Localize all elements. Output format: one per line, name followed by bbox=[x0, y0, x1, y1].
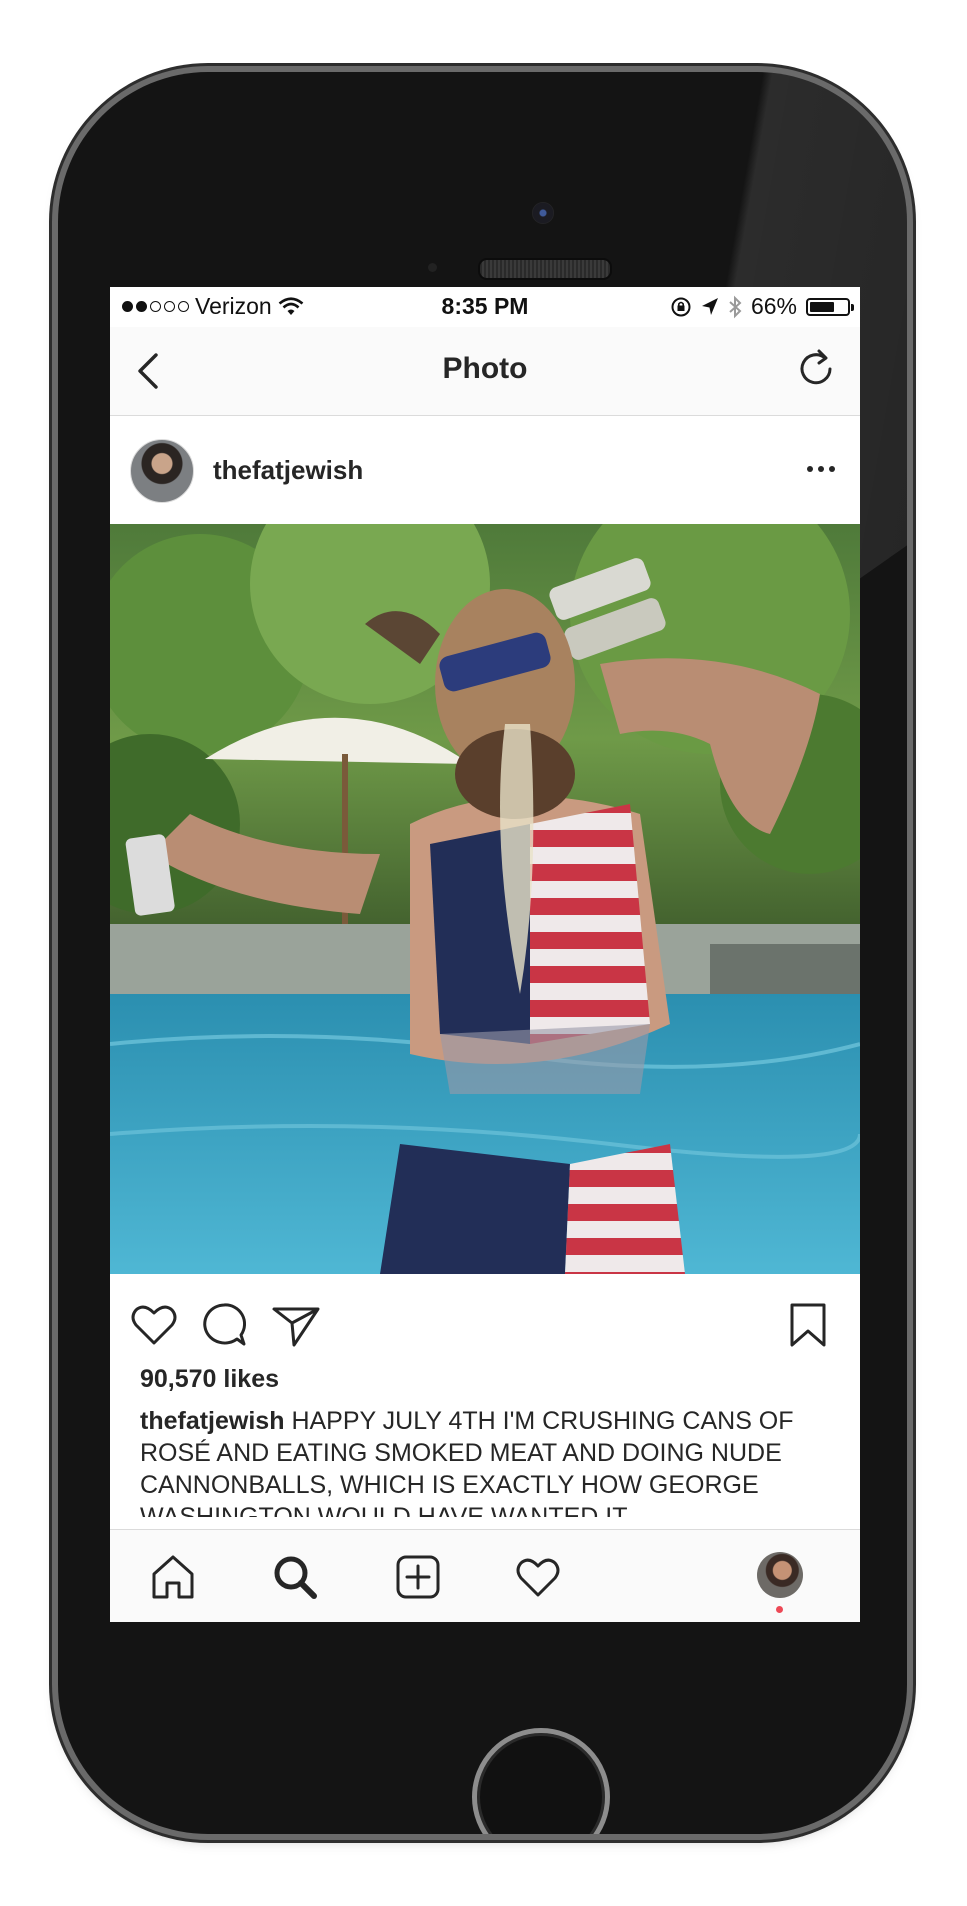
more-dot bbox=[829, 466, 835, 472]
add-post-icon[interactable] bbox=[393, 1552, 443, 1602]
caption-username[interactable]: thefatjewish bbox=[140, 1407, 284, 1435]
battery-fill bbox=[810, 301, 834, 312]
bluetooth-icon bbox=[729, 295, 742, 318]
more-dot bbox=[807, 466, 813, 472]
status-right: 66% bbox=[670, 293, 854, 320]
share-paper-plane-icon[interactable] bbox=[270, 1299, 322, 1351]
location-arrow-icon bbox=[701, 297, 718, 315]
author-avatar[interactable] bbox=[130, 439, 194, 503]
post-actions bbox=[110, 1274, 860, 1374]
proximity-sensor bbox=[428, 263, 437, 272]
app-screen: Verizon 8:35 PM 66% Photo thefatjewish 9… bbox=[110, 287, 860, 1622]
earpiece-speaker bbox=[478, 258, 612, 280]
battery-icon bbox=[806, 297, 854, 316]
battery-percent: 66% bbox=[750, 293, 797, 319]
post-header: thefatjewish bbox=[110, 416, 860, 524]
more-options-icon[interactable] bbox=[807, 466, 835, 472]
home-icon[interactable] bbox=[148, 1552, 198, 1602]
bottom-tab-bar bbox=[110, 1529, 860, 1622]
post-caption: thefatjewish HAPPY JULY 4TH I'M CRUSHING… bbox=[140, 1405, 840, 1517]
profile-avatar-tab[interactable] bbox=[757, 1552, 803, 1598]
more-dot bbox=[818, 466, 824, 472]
post-photo[interactable] bbox=[110, 524, 860, 1274]
status-bar: Verizon 8:35 PM 66% bbox=[110, 287, 860, 327]
page-title: Photo bbox=[442, 352, 528, 385]
power-button bbox=[907, 392, 915, 492]
like-count[interactable]: 90,570 likes bbox=[140, 1365, 279, 1394]
front-camera bbox=[532, 202, 554, 224]
home-button[interactable] bbox=[472, 1728, 610, 1834]
author-username[interactable]: thefatjewish bbox=[213, 455, 363, 486]
like-heart-icon[interactable] bbox=[128, 1299, 180, 1351]
save-bookmark-icon[interactable] bbox=[782, 1299, 834, 1351]
post-photo-image bbox=[110, 524, 860, 1274]
activity-heart-icon[interactable] bbox=[513, 1552, 563, 1602]
refresh-icon[interactable] bbox=[794, 347, 838, 391]
rotation-lock-icon bbox=[671, 297, 691, 316]
comment-bubble-icon[interactable] bbox=[198, 1299, 250, 1351]
navigation-bar: Photo bbox=[110, 327, 860, 416]
search-icon[interactable] bbox=[270, 1552, 320, 1602]
notification-dot bbox=[776, 1606, 783, 1613]
